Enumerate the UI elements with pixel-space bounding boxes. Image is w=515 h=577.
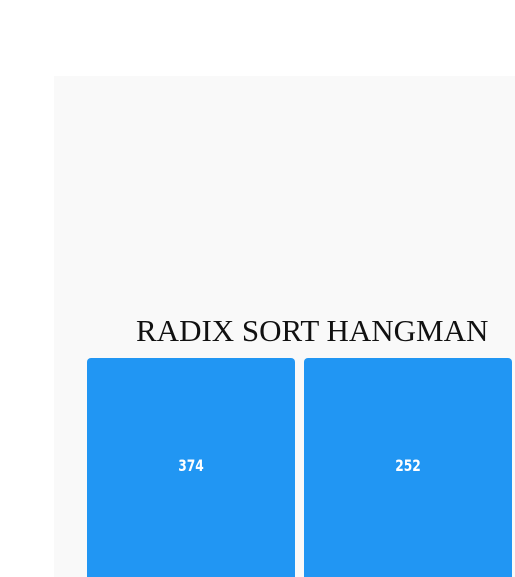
number-tile[interactable]: 374 — [87, 358, 295, 577]
game-title: RADIX SORT HANGMAN — [136, 313, 489, 348]
tile-value: 374 — [178, 456, 204, 475]
number-tile[interactable]: 252 — [304, 358, 512, 577]
tile-value: 252 — [395, 456, 421, 475]
